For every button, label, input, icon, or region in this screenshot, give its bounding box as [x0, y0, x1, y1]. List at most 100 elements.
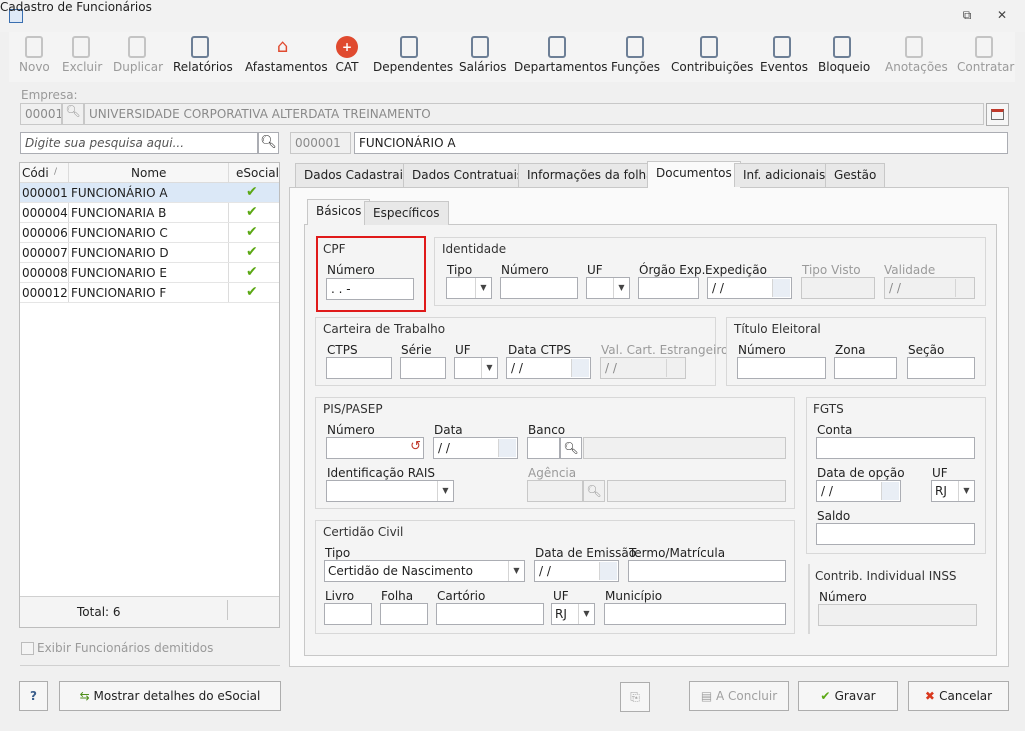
- calendar-icon[interactable]: [599, 562, 617, 580]
- subtab-basicos[interactable]: Básicos: [307, 199, 371, 225]
- history-icon[interactable]: ↺: [410, 439, 421, 454]
- calendar-icon[interactable]: [772, 279, 790, 297]
- fgts-uf-select[interactable]: RJ ▼: [931, 480, 975, 502]
- titulo-title: Título Eleitoral: [734, 322, 821, 336]
- pis-banco-input[interactable]: [527, 437, 560, 459]
- toolbar-salarios-button[interactable]: Salários: [459, 36, 507, 80]
- toolbar-contribuicoes-button[interactable]: Contribuições: [671, 36, 753, 80]
- toolbar-label: Anotações: [885, 60, 948, 74]
- pis-numero-input[interactable]: ↺: [326, 437, 424, 459]
- exibir-demitidos-checkbox[interactable]: [21, 642, 34, 655]
- carteira-ctps-input[interactable]: [326, 357, 392, 379]
- tab-dados-contratuais[interactable]: Dados Contratuais: [403, 163, 533, 187]
- toolbar-eventos-button[interactable]: Eventos: [760, 36, 808, 80]
- cpf-numero-input[interactable]: . . -: [326, 278, 414, 300]
- identidade-numero-input[interactable]: [500, 277, 578, 299]
- calendar-icon[interactable]: [498, 439, 516, 457]
- toolbar-bloqueio-button[interactable]: Bloqueio: [818, 36, 870, 80]
- agencia-search-icon: 🔍︎: [583, 480, 605, 502]
- certidao-data-input[interactable]: / /: [534, 560, 619, 582]
- certidao-municipio-input[interactable]: [604, 603, 786, 625]
- certidao-livro-input[interactable]: [324, 603, 372, 625]
- search-input[interactable]: Digite sua pesquisa aqui...: [20, 132, 258, 154]
- calendar-icon: [955, 279, 973, 297]
- certidao-title: Certidão Civil: [323, 525, 404, 539]
- tab-documentos[interactable]: Documentos: [647, 161, 741, 188]
- toolbar-label: Contribuições: [671, 60, 754, 74]
- table-row[interactable]: 000004 FUNCIONARIA B ✔: [20, 203, 279, 223]
- toolbar-cat-button[interactable]: + CAT: [334, 36, 360, 80]
- certidao-cartorio-input[interactable]: [436, 603, 544, 625]
- certidao-folha-input[interactable]: [380, 603, 428, 625]
- concluir-button: ▤ A Concluir: [689, 681, 789, 711]
- cancel-x-icon: ✖: [924, 689, 940, 703]
- calendar-icon[interactable]: [571, 359, 589, 377]
- banco-search-icon[interactable]: 🔍︎: [560, 437, 582, 459]
- row-name: FUNCIONARIO D: [71, 246, 169, 260]
- tab-informacoes-folha[interactable]: Informações da folha: [518, 163, 663, 187]
- subtab-especificos[interactable]: Específicos: [364, 201, 449, 225]
- certidao-cartorio-label: Cartório: [437, 589, 486, 603]
- attachment-button: ⎘: [620, 682, 650, 712]
- grid-header-code[interactable]: Códi: [22, 166, 49, 180]
- printer-icon: ▤: [700, 689, 716, 703]
- window-title: Cadastro de Funcionários: [0, 0, 152, 14]
- toolbar-label: Dependentes: [373, 60, 454, 74]
- tab-inf-adicionais[interactable]: Inf. adicionais: [734, 163, 835, 187]
- certidao-tipo-select[interactable]: Certidão de Nascimento ▼: [324, 560, 525, 582]
- restore-icon[interactable]: ⧉: [959, 8, 975, 24]
- identidade-orgao-input[interactable]: [638, 277, 699, 299]
- titulo-numero-input[interactable]: [737, 357, 826, 379]
- identidade-numero-label: Número: [501, 263, 549, 277]
- calendar-window-icon[interactable]: [986, 103, 1009, 126]
- esocial-check-icon: ✔: [246, 264, 258, 280]
- tab-gestao[interactable]: Gestão: [825, 163, 886, 187]
- grid-header-esocial[interactable]: eSocial: [236, 166, 279, 180]
- cancelar-button[interactable]: ✖ Cancelar: [908, 681, 1009, 711]
- tab-dados-cadastrais[interactable]: Dados Cadastrais: [295, 163, 419, 187]
- help-button[interactable]: ?: [19, 681, 48, 711]
- toolbar-relatorios-button[interactable]: Relatórios: [173, 36, 233, 80]
- search-icon[interactable]: 🔍︎: [258, 132, 279, 154]
- titulo-zona-input[interactable]: [834, 357, 897, 379]
- calendar-icon: [666, 359, 684, 377]
- grid-header-name[interactable]: Nome: [131, 166, 166, 180]
- certidao-uf-select[interactable]: RJ ▼: [551, 603, 595, 625]
- carteira-data-input[interactable]: / /: [506, 357, 591, 379]
- identidade-expedicao-input[interactable]: / /: [707, 277, 792, 299]
- esocial-check-icon: ✔: [246, 204, 258, 220]
- fgts-conta-input[interactable]: [816, 437, 975, 459]
- fgts-data-input[interactable]: / /: [816, 480, 901, 502]
- toolbar-label: Novo: [19, 60, 50, 74]
- table-row[interactable]: 000008 FUNCIONARIO E ✔: [20, 263, 279, 283]
- table-row[interactable]: 000007 FUNCIONARIO D ✔: [20, 243, 279, 263]
- carteira-serie-input[interactable]: [400, 357, 446, 379]
- identidade-uf-select[interactable]: ▼: [586, 277, 630, 299]
- toolbar-departamentos-button[interactable]: Departamentos: [514, 36, 608, 80]
- toolbar-funcoes-button[interactable]: Funções: [611, 36, 660, 80]
- lock-icon: [833, 36, 851, 58]
- table-row[interactable]: 000006 FUNCIONARIO C ✔: [20, 223, 279, 243]
- pis-data-input[interactable]: / /: [433, 437, 518, 459]
- inss-numero-input: [818, 604, 977, 626]
- calendar-icon[interactable]: [881, 482, 899, 500]
- identidade-tipo-select[interactable]: ▼: [446, 277, 492, 299]
- esocial-check-icon: ✔: [246, 244, 258, 260]
- carteira-uf-select[interactable]: ▼: [454, 357, 498, 379]
- esocial-icon: ⇆: [79, 689, 94, 703]
- table-row[interactable]: 000001 FUNCIONÁRIO A ✔: [20, 183, 279, 203]
- table-row[interactable]: 000012 FUNCIONARIO F ✔: [20, 283, 279, 303]
- titulo-secao-input[interactable]: [907, 357, 975, 379]
- toolbar-afastamentos-button[interactable]: ⌂ Afastamentos: [245, 36, 328, 80]
- pis-rais-select[interactable]: ▼: [326, 480, 454, 502]
- gravar-button[interactable]: ✔ Gravar: [798, 681, 898, 711]
- fgts-saldo-input[interactable]: [816, 523, 975, 545]
- report-icon: [191, 36, 209, 58]
- esocial-details-button[interactable]: ⇆ Mostrar detalhes do eSocial: [59, 681, 281, 711]
- chevron-down-icon: ▼: [613, 278, 629, 298]
- certidao-termo-input[interactable]: [628, 560, 786, 582]
- employee-code-field: 000001: [290, 132, 351, 154]
- toolbar-dependentes-button[interactable]: Dependentes: [373, 36, 453, 80]
- close-icon[interactable]: ✕: [994, 8, 1010, 24]
- employee-name-field[interactable]: FUNCIONÁRIO A: [354, 132, 1008, 154]
